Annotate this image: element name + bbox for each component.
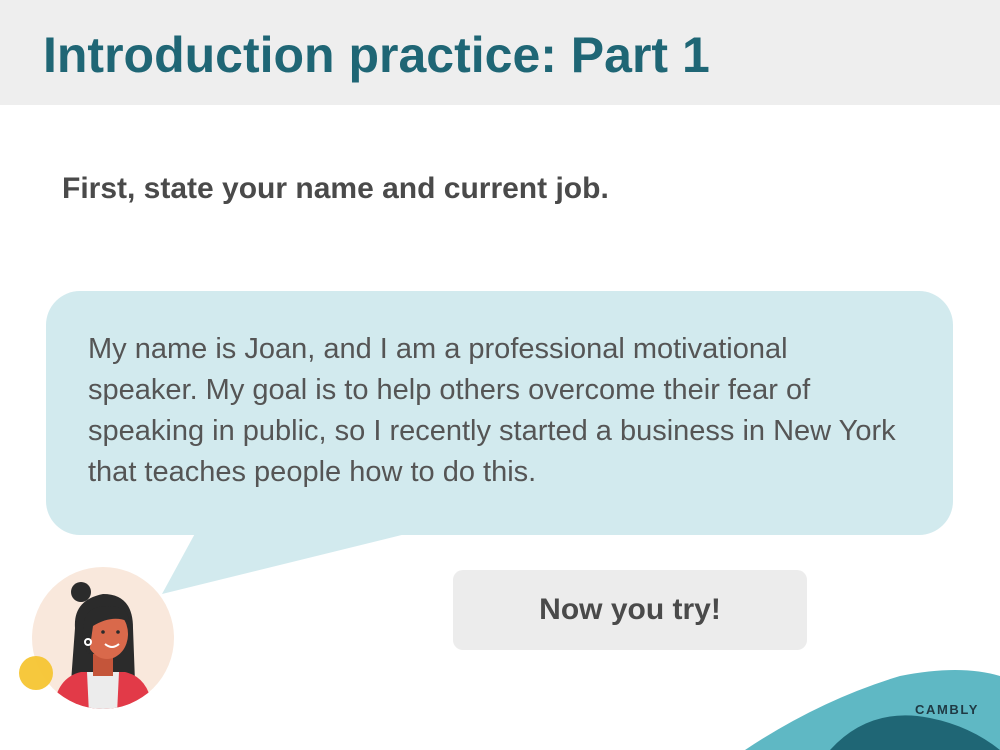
cambly-logo: CAMBLY xyxy=(915,702,980,717)
decorative-wave-shapes xyxy=(745,670,1000,750)
